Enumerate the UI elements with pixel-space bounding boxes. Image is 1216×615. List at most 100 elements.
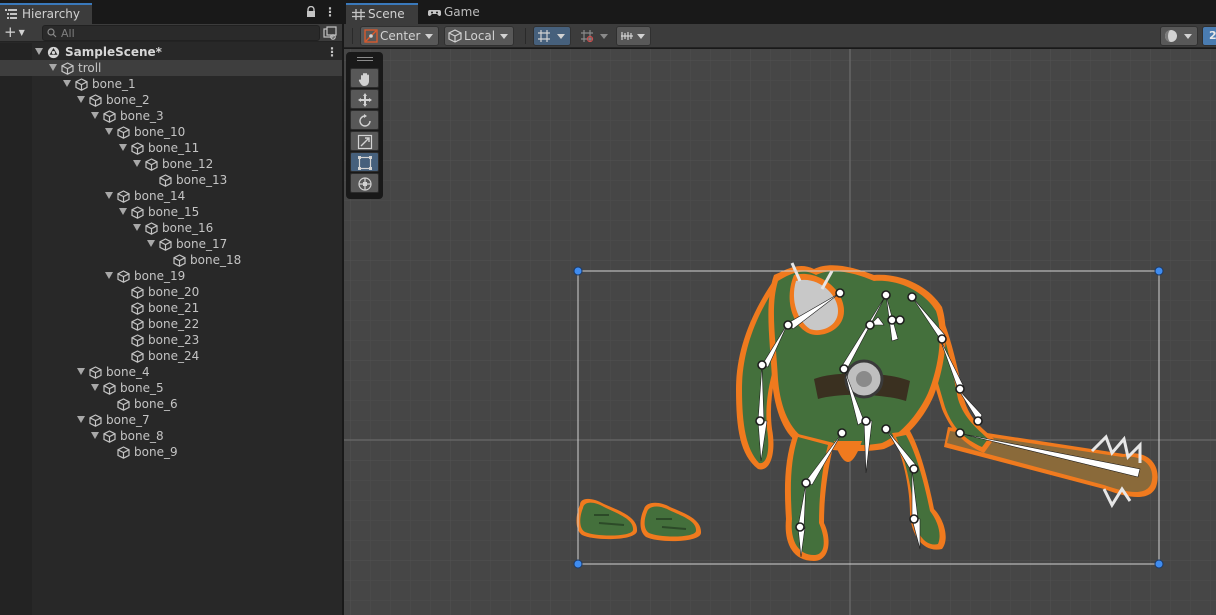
grid-snap-icon [538, 30, 550, 42]
hand-tool-button[interactable] [350, 68, 379, 88]
gameobject-cube-icon [145, 222, 158, 235]
ruler-snap-dropdown[interactable] [616, 26, 651, 46]
shading-mode-dropdown[interactable] [1160, 26, 1198, 46]
hierarchy-item[interactable]: bone_21 [0, 300, 342, 316]
hierarchy-item-label: bone_13 [176, 173, 228, 187]
increment-snap-toggle[interactable] [576, 26, 614, 46]
2d-mode-toggle[interactable]: 2 [1202, 26, 1216, 46]
hierarchy-item[interactable]: bone_20 [0, 284, 342, 300]
hierarchy-item[interactable]: bone_3 [0, 108, 342, 124]
hierarchy-item-label: bone_2 [106, 93, 150, 107]
hierarchy-item[interactable]: bone_13 [0, 172, 342, 188]
tab-scene[interactable]: Scene [346, 3, 418, 24]
gameobject-cube-icon [117, 270, 130, 283]
scene-row[interactable]: SampleScene* ⋮ [0, 44, 342, 60]
fold-arrow-icon[interactable] [91, 432, 99, 439]
fold-arrow-icon[interactable] [63, 80, 71, 87]
hierarchy-item-label: bone_10 [134, 125, 186, 139]
hierarchy-item[interactable]: bone_9 [0, 444, 342, 460]
fold-arrow-icon[interactable] [77, 96, 85, 103]
fold-arrow-icon[interactable] [105, 272, 113, 279]
hierarchy-item[interactable]: bone_24 [0, 348, 342, 364]
fold-arrow-icon[interactable] [77, 416, 85, 423]
hierarchy-item[interactable]: bone_17 [0, 236, 342, 252]
hierarchy-item-label: bone_20 [148, 285, 200, 299]
hierarchy-item[interactable]: bone_7 [0, 412, 342, 428]
rotate-tool-button[interactable] [350, 110, 379, 130]
grid-snapping-toggle[interactable] [533, 26, 571, 46]
hierarchy-item-label: bone_16 [162, 221, 214, 235]
fold-arrow-icon[interactable] [91, 384, 99, 391]
hierarchy-item[interactable]: troll [0, 60, 342, 76]
gameobject-cube-icon [159, 174, 172, 187]
fold-arrow-icon[interactable] [35, 48, 43, 55]
fold-arrow-icon[interactable] [119, 208, 127, 215]
hierarchy-item-label: bone_18 [190, 253, 242, 267]
lock-icon[interactable] [306, 6, 316, 18]
hand-icon [358, 73, 369, 86]
scene-menu-icon[interactable]: ⋮ [326, 44, 338, 60]
scene-visibility-icon[interactable] [323, 26, 337, 40]
fold-arrow-icon[interactable] [133, 224, 141, 231]
fold-arrow-icon[interactable] [133, 160, 141, 167]
scene-canvas [344, 49, 1216, 615]
move-tool-button[interactable] [350, 89, 379, 109]
gameobject-cube-icon [131, 302, 144, 315]
fold-arrow-icon[interactable] [49, 64, 57, 71]
space-local-dropdown[interactable]: Local [444, 26, 514, 46]
add-object-button[interactable]: + ▼ [4, 25, 34, 41]
search-icon [47, 28, 57, 38]
pivot-center-dropdown[interactable]: Center [360, 26, 439, 46]
move-arrows-icon [358, 93, 372, 107]
rect-handle[interactable] [1154, 266, 1164, 276]
gameobject-cube-icon [89, 414, 102, 427]
tab-game[interactable]: Game [422, 3, 492, 24]
space-label: Local [464, 29, 496, 43]
drag-handle[interactable] [357, 57, 373, 61]
transform-tool-button[interactable] [350, 173, 379, 193]
hierarchy-item[interactable]: bone_4 [0, 364, 342, 380]
hierarchy-item[interactable]: bone_22 [0, 316, 342, 332]
hierarchy-item-label: bone_4 [106, 365, 150, 379]
rect-handle[interactable] [1154, 559, 1164, 569]
hierarchy-item[interactable]: bone_18 [0, 252, 342, 268]
gameobject-cube-icon [61, 62, 74, 75]
gameobject-cube-icon [75, 78, 88, 91]
hierarchy-tab[interactable]: Hierarchy [0, 3, 92, 24]
hierarchy-item[interactable]: bone_6 [0, 396, 342, 412]
hierarchy-search[interactable] [42, 25, 320, 41]
hierarchy-item[interactable]: bone_8 [0, 428, 342, 444]
grid-hash-icon [352, 9, 365, 20]
hierarchy-item[interactable]: bone_12 [0, 156, 342, 172]
fold-arrow-icon[interactable] [147, 240, 155, 247]
hierarchy-item[interactable]: bone_5 [0, 380, 342, 396]
fold-arrow-icon[interactable] [77, 368, 85, 375]
hierarchy-item[interactable]: bone_1 [0, 76, 342, 92]
hierarchy-item[interactable]: bone_11 [0, 140, 342, 156]
fold-arrow-icon[interactable] [119, 144, 127, 151]
hierarchy-item-label: bone_11 [148, 141, 200, 155]
hierarchy-item[interactable]: bone_16 [0, 220, 342, 236]
hierarchy-item[interactable]: bone_15 [0, 204, 342, 220]
gameobject-cube-icon [131, 350, 144, 363]
rect-handle[interactable] [573, 559, 583, 569]
rect-tool-button[interactable] [350, 152, 379, 172]
hierarchy-item[interactable]: bone_23 [0, 332, 342, 348]
gameobject-cube-icon [131, 142, 144, 155]
fold-arrow-icon[interactable] [105, 128, 113, 135]
hierarchy-item-label: bone_21 [148, 301, 200, 315]
rect-handle[interactable] [573, 266, 583, 276]
scale-tool-button[interactable] [350, 131, 379, 151]
chevron-down-icon [557, 34, 565, 39]
scene-tools-overlay [346, 52, 383, 199]
hierarchy-item[interactable]: bone_14 [0, 188, 342, 204]
fold-arrow-icon[interactable] [105, 192, 113, 199]
hierarchy-item[interactable]: bone_10 [0, 124, 342, 140]
fold-arrow-icon[interactable] [91, 112, 99, 119]
hierarchy-item[interactable]: bone_2 [0, 92, 342, 108]
scene-viewport[interactable] [344, 49, 1216, 615]
hierarchy-item[interactable]: bone_19 [0, 268, 342, 284]
search-input[interactable] [61, 26, 311, 40]
gameobject-cube-icon [103, 110, 116, 123]
kebab-menu-icon[interactable]: ⋮ [324, 6, 336, 18]
